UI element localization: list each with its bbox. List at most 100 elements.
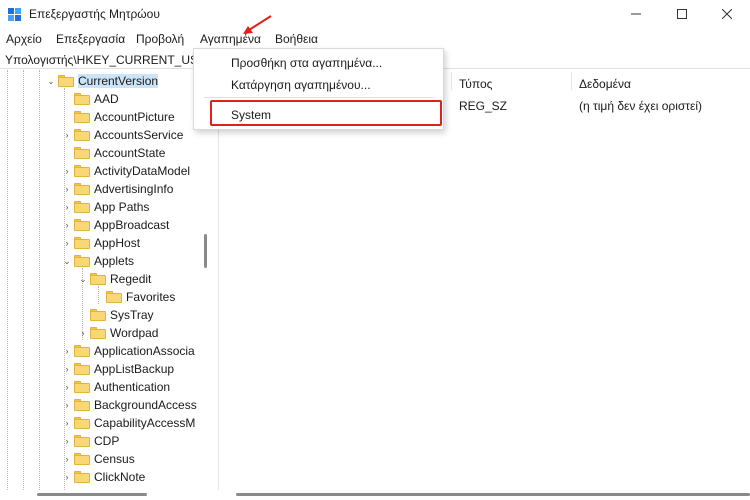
tree-item[interactable]: › AppBroadcast <box>62 216 170 234</box>
tree-item[interactable]: SysTray <box>78 306 154 324</box>
tree-item-currentversion[interactable]: ⌄ CurrentVersion <box>46 72 159 90</box>
tree-item[interactable]: AccountPicture <box>62 108 175 126</box>
folder-icon <box>74 417 90 429</box>
folder-icon <box>74 165 90 177</box>
tree-guide-line <box>39 70 40 490</box>
value-type-cell[interactable]: REG_SZ <box>459 99 507 113</box>
tree-item-label: ClickNote <box>94 470 146 484</box>
window-title: Επεξεργαστής Μητρώου <box>29 7 160 21</box>
tree-item-label: Census <box>94 452 135 466</box>
minimize-button[interactable] <box>613 0 659 28</box>
folder-icon <box>74 93 90 105</box>
tree-item[interactable]: › BackgroundAccess <box>62 396 197 414</box>
tree-item-label: CurrentVersion <box>78 74 159 88</box>
chevron-down-icon[interactable]: ⌄ <box>62 256 72 267</box>
column-header-data[interactable]: Δεδομένα <box>579 77 631 91</box>
chevron-right-icon[interactable]: › <box>62 238 72 248</box>
tree-item[interactable]: › AppHost <box>62 234 141 252</box>
chevron-right-icon[interactable]: › <box>62 418 72 428</box>
folder-icon <box>74 345 90 357</box>
title-bar: Επεξεργαστής Μητρώου <box>0 0 750 28</box>
close-icon <box>722 9 732 19</box>
chevron-right-icon[interactable]: › <box>62 454 72 464</box>
tree-item[interactable]: › CapabilityAccessM <box>62 414 196 432</box>
value-data-cell[interactable]: (η τιμή δεν έχει οριστεί) <box>579 99 702 113</box>
chevron-right-icon[interactable]: › <box>62 436 72 446</box>
tree-item-applets[interactable]: ⌄ Applets <box>62 252 134 270</box>
tree-item[interactable]: › ClickNote <box>62 468 146 486</box>
column-header-type[interactable]: Τύπος <box>459 77 492 91</box>
pane-splitter[interactable] <box>199 70 219 490</box>
chevron-down-icon: ⌄ <box>47 75 55 86</box>
folder-icon <box>74 129 90 141</box>
folder-icon <box>90 273 106 285</box>
tree-scrollbar-thumb[interactable] <box>204 234 207 268</box>
chevron-right-icon[interactable]: › <box>62 220 72 230</box>
folder-icon <box>74 237 90 249</box>
tree-item-label: CDP <box>94 434 120 448</box>
tree-item[interactable]: › AppListBackup <box>62 360 175 378</box>
tree-item[interactable]: › AdvertisingInfo <box>62 180 174 198</box>
menu-edit[interactable]: Επεξεργασία <box>56 32 125 46</box>
maximize-button[interactable] <box>659 0 705 28</box>
tree-item[interactable]: › ApplicationAssocia <box>62 342 195 360</box>
chevron-right-icon[interactable]: › <box>78 328 88 338</box>
tree-guide-line <box>7 70 8 490</box>
tree-item-favorites[interactable]: Favorites <box>94 288 175 306</box>
tree-item[interactable]: AccountState <box>62 144 165 162</box>
folder-icon <box>74 111 90 123</box>
chevron-right-icon[interactable]: › <box>62 184 72 194</box>
tree-item-label: ApplicationAssocia <box>94 344 195 358</box>
tree-item[interactable]: › Census <box>62 450 135 468</box>
chevron-right-icon[interactable]: › <box>62 400 72 410</box>
tree-item[interactable]: › AccountsService <box>62 126 184 144</box>
highlight-annotation-box <box>210 100 442 126</box>
tree-item-regedit[interactable]: ⌄ Regedit <box>78 270 151 288</box>
registry-tree[interactable]: ⌄ CurrentVersion AAD AccountPicture › Ac… <box>0 70 199 490</box>
tree-item[interactable]: › ActivityDataModel <box>62 162 191 180</box>
values-list[interactable]: Τύπος Δεδομένα REG_SZ (η τιμή δεν έχει ο… <box>219 70 750 490</box>
menu-help[interactable]: Βοήθεια <box>275 32 318 46</box>
menu-bar: Αρχείο Επεξεργασία Προβολή Αγαπημένα Βοή… <box>0 29 750 49</box>
tree-item-label: AppBroadcast <box>94 218 170 232</box>
chevron-right-icon[interactable]: › <box>62 364 72 374</box>
tree-item-label: CapabilityAccessM <box>94 416 196 430</box>
remove-favorite-item[interactable]: Κατάργηση αγαπημένου... <box>231 78 371 92</box>
address-path[interactable]: Υπολογιστής\HKEY_CURRENT_USER\Software\M… <box>5 53 195 67</box>
tree-item-label: SysTray <box>110 308 154 322</box>
folder-icon <box>74 399 90 411</box>
values-horizontal-scrollbar[interactable] <box>236 493 750 496</box>
chevron-right-icon[interactable]: › <box>62 202 72 212</box>
column-separator[interactable] <box>571 72 572 90</box>
registry-editor-icon <box>8 8 21 21</box>
tree-item[interactable]: › CDP <box>62 432 120 450</box>
chevron-right-icon[interactable]: › <box>62 382 72 392</box>
close-button[interactable] <box>704 0 750 28</box>
chevron-right-icon[interactable]: › <box>62 346 72 356</box>
chevron-right-icon[interactable]: › <box>62 130 72 140</box>
chevron-right-icon[interactable]: › <box>62 472 72 482</box>
folder-icon <box>106 291 122 303</box>
menu-view[interactable]: Προβολή <box>136 32 184 46</box>
tree-item-label: Authentication <box>94 380 171 394</box>
folder-icon <box>74 183 90 195</box>
add-to-favorites-item[interactable]: Προσθήκη στα αγαπημένα... <box>231 56 382 70</box>
folder-icon <box>74 453 90 465</box>
tree-item-label: AAD <box>94 92 119 106</box>
tree-item-label: AccountState <box>94 146 166 160</box>
tree-item[interactable]: › Authentication <box>62 378 171 396</box>
tree-item[interactable]: AAD <box>62 90 119 108</box>
chevron-right-icon[interactable]: › <box>62 166 72 176</box>
menu-file[interactable]: Αρχείο <box>6 32 42 46</box>
tree-item-label: App Paths <box>94 200 150 214</box>
folder-icon <box>58 75 74 87</box>
tree-item-label: Wordpad <box>110 326 159 340</box>
tree-item-label: Favorites <box>126 290 176 304</box>
folder-icon <box>74 201 90 213</box>
column-separator[interactable] <box>451 72 452 90</box>
tree-item[interactable]: › App Paths <box>62 198 150 216</box>
chevron-down-icon[interactable]: ⌄ <box>78 274 88 285</box>
tree-item[interactable]: › Wordpad <box>78 324 159 342</box>
tree-horizontal-scrollbar[interactable] <box>37 493 147 496</box>
tree-item-label: AccountPicture <box>94 110 175 124</box>
